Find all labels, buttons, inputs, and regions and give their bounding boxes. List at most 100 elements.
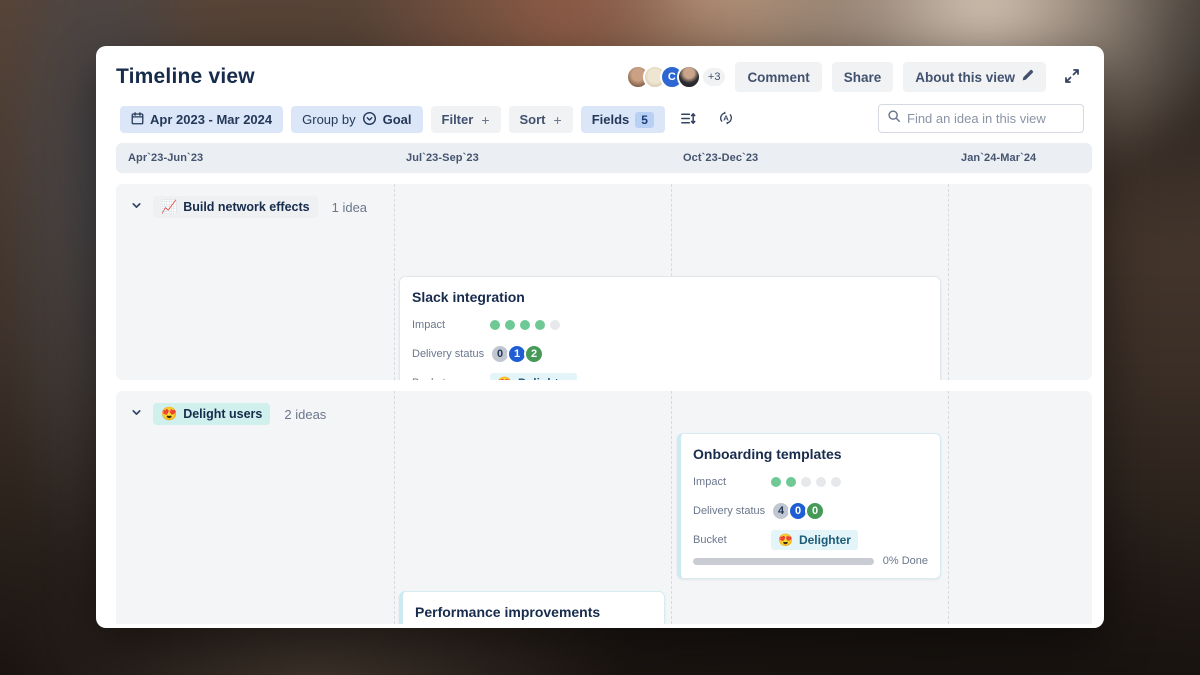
impact-rating	[490, 320, 560, 330]
svg-text:A: A	[723, 113, 729, 122]
search-box[interactable]	[878, 104, 1084, 133]
group-by-label: Group by	[302, 112, 355, 127]
idea-count: 2 ideas	[284, 407, 326, 422]
calendar-icon	[131, 112, 144, 128]
view-toolbar: Apr 2023 - Mar 2024 Group by Goal Filter…	[96, 98, 1104, 143]
bucket-value: Delighter	[799, 533, 851, 547]
search-icon	[887, 109, 901, 128]
bucket-field-row: Bucket 😍 Delighter	[412, 374, 928, 380]
goal-badge[interactable]: 📈 Build network effects	[153, 196, 318, 218]
goal-badge[interactable]: 😍 Delight users	[153, 403, 270, 425]
row-height-icon	[679, 110, 696, 130]
quarter-gridline	[948, 184, 949, 380]
sort-button[interactable]: Sort +	[509, 106, 573, 133]
collapse-group-button[interactable]	[128, 197, 145, 217]
autofit-button[interactable]: A	[711, 106, 741, 133]
delivery-status-count: 0	[805, 501, 825, 521]
field-label: Delivery status	[693, 505, 771, 517]
avatar-overflow-count[interactable]: +3	[703, 68, 726, 86]
chevron-down-icon	[130, 199, 143, 215]
fields-button[interactable]: Fields 5	[581, 106, 665, 133]
quarter-gridline	[394, 184, 395, 380]
quarter-label: Oct`23-Dec`23	[683, 152, 758, 164]
filter-label: Filter	[442, 112, 474, 127]
date-range-button[interactable]: Apr 2023 - Mar 2024	[120, 106, 283, 133]
impact-dot	[490, 320, 500, 330]
impact-field-row: Impact	[412, 316, 928, 334]
pencil-icon	[1021, 69, 1034, 85]
share-button-label: Share	[844, 70, 882, 85]
fields-count-badge: 5	[635, 112, 654, 128]
heart-eyes-emoji-icon: 😍	[778, 533, 793, 547]
share-button[interactable]: Share	[832, 62, 894, 92]
about-this-view-button[interactable]: About this view	[903, 62, 1046, 92]
bucket-badge: 😍 Delighter	[771, 530, 858, 550]
page-title: Timeline view	[116, 65, 255, 89]
search-input[interactable]	[907, 111, 1083, 126]
avatar[interactable]	[677, 65, 701, 89]
bucket-value: Delighter	[518, 376, 570, 380]
field-label: Delivery status	[412, 348, 490, 360]
autofit-icon: A	[717, 109, 735, 130]
idea-card-performance-improvements[interactable]: Performance improvements	[399, 591, 665, 624]
impact-dot	[535, 320, 545, 330]
field-label: Bucket	[693, 534, 771, 546]
group-section-build-network-effects: 📈 Build network effects 1 idea Slack int…	[116, 184, 1092, 380]
impact-field-row: Impact	[693, 473, 928, 491]
header-actions: C +3 Comment Share About this view	[626, 62, 1084, 92]
timeline-area: Apr`23-Jun`23 Jul`23-Sep`23 Oct`23-Dec`2…	[116, 143, 1092, 624]
impact-dot	[816, 477, 826, 487]
progress-row: 0% Done	[693, 555, 928, 567]
app-window: Timeline view C +3 Comment Share About t…	[96, 46, 1104, 628]
view-header: Timeline view C +3 Comment Share About t…	[96, 46, 1104, 98]
fullscreen-expand-button[interactable]	[1060, 64, 1084, 91]
progress-bar	[693, 558, 874, 565]
fields-label: Fields	[592, 112, 630, 127]
group-by-value: Goal	[383, 112, 412, 127]
bucket-field-row: Bucket 😍 Delighter	[693, 531, 928, 549]
delivery-status-pills: 0 1 2	[490, 344, 544, 364]
delivery-status-pills: 4 0 0	[771, 501, 825, 521]
date-range-label: Apr 2023 - Mar 2024	[150, 112, 272, 127]
idea-card-slack-integration[interactable]: Slack integration Impact Delivery status…	[399, 276, 941, 380]
delivery-status-field-row: Delivery status 4 0 0	[693, 502, 928, 520]
impact-dot	[520, 320, 530, 330]
group-header-row: 😍 Delight users 2 ideas	[128, 403, 326, 425]
field-label: Impact	[693, 476, 771, 488]
impact-dot	[550, 320, 560, 330]
field-label: Impact	[412, 319, 490, 331]
about-button-label: About this view	[915, 70, 1015, 85]
avatar-stack[interactable]: C +3	[626, 65, 726, 89]
field-label: Bucket	[412, 377, 490, 380]
impact-dot	[801, 477, 811, 487]
idea-card-onboarding-templates[interactable]: Onboarding templates Impact Delivery sta…	[677, 433, 941, 579]
group-by-button[interactable]: Group by Goal	[291, 106, 422, 133]
comment-button[interactable]: Comment	[735, 62, 821, 92]
impact-dot	[505, 320, 515, 330]
quarter-gridline	[671, 391, 672, 624]
heart-eyes-emoji-icon: 😍	[161, 406, 177, 422]
collapse-group-button[interactable]	[128, 404, 145, 424]
row-height-button[interactable]	[673, 106, 703, 133]
quarter-label: Jan`24-Mar`24	[961, 152, 1036, 164]
progress-label: 0% Done	[883, 555, 928, 567]
impact-dot	[771, 477, 781, 487]
plus-icon: +	[554, 112, 562, 128]
chevron-down-icon	[130, 406, 143, 422]
quarter-gridline	[394, 391, 395, 624]
goal-name: Build network effects	[183, 200, 309, 214]
goal-name: Delight users	[183, 407, 262, 421]
plus-icon: +	[481, 112, 489, 128]
expand-arrows-icon	[1064, 68, 1080, 87]
idea-count: 1 idea	[332, 200, 367, 215]
goal-icon	[362, 111, 377, 129]
comment-button-label: Comment	[747, 70, 809, 85]
impact-dot	[786, 477, 796, 487]
heart-eyes-emoji-icon: 😍	[497, 376, 512, 380]
filter-button[interactable]: Filter +	[431, 106, 501, 133]
group-header-row: 📈 Build network effects 1 idea	[128, 196, 367, 218]
idea-title: Slack integration	[412, 289, 928, 305]
chart-increasing-emoji-icon: 📈	[161, 199, 177, 215]
timeline-quarter-header: Apr`23-Jun`23 Jul`23-Sep`23 Oct`23-Dec`2…	[116, 143, 1092, 173]
quarter-gridline	[948, 391, 949, 624]
